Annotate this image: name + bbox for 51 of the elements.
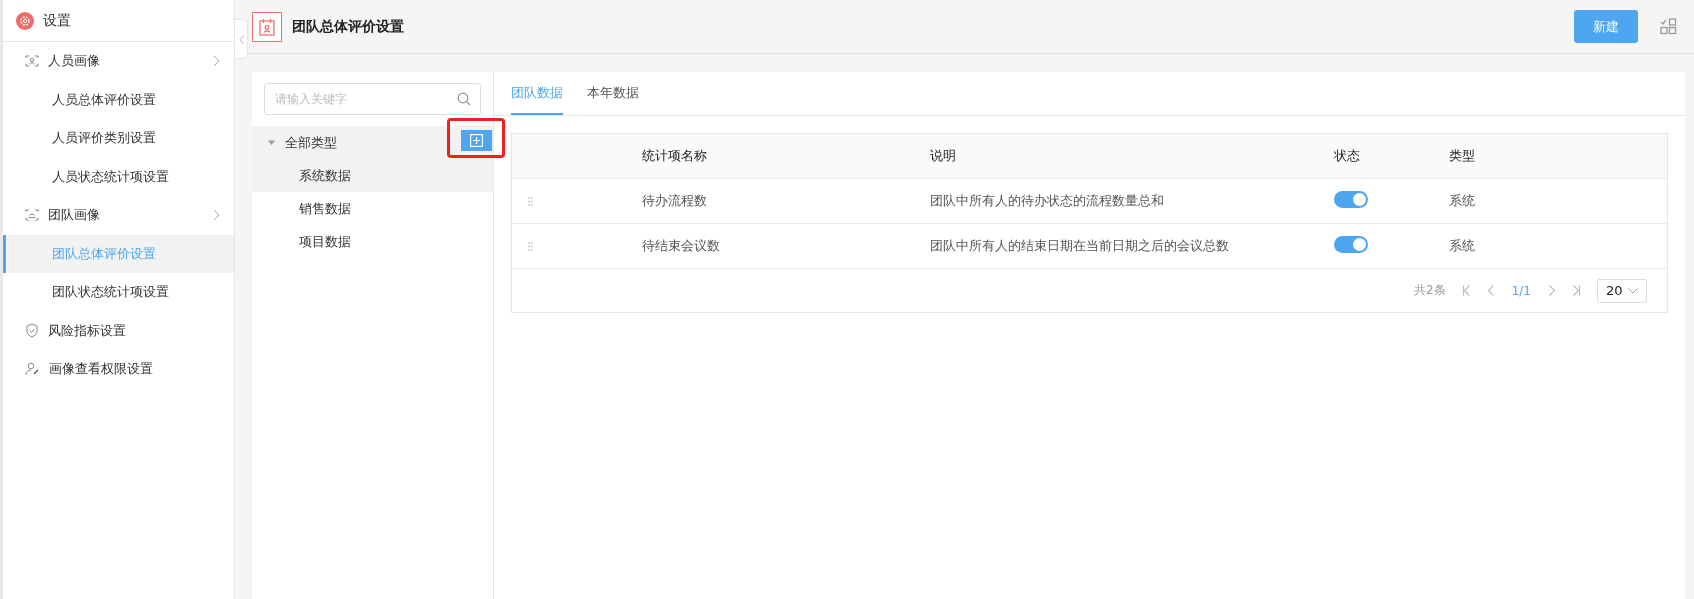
- add-button[interactable]: [461, 130, 492, 151]
- app-title: 设置: [43, 11, 71, 30]
- column-header: 说明: [930, 147, 957, 165]
- last-page-icon[interactable]: [1572, 285, 1581, 296]
- previous-page-icon[interactable]: [1486, 285, 1496, 296]
- menu-item[interactable]: 人员状态统计项设置: [3, 157, 234, 196]
- menu-item[interactable]: 画像查看权限设置: [3, 350, 234, 389]
- search-icon: [457, 92, 471, 106]
- person-frame-icon: [25, 55, 39, 68]
- table-cell-text: 团队中所有人的结束日期在当前日期之后的会议总数: [930, 237, 1230, 255]
- page-indicator: 1/1: [1511, 283, 1531, 298]
- tree-node[interactable]: 全部类型: [252, 126, 493, 159]
- settings-icon: [16, 11, 34, 30]
- next-page-icon[interactable]: [1547, 285, 1556, 296]
- layout-icon[interactable]: [1660, 18, 1677, 35]
- team-frame-icon: [25, 209, 39, 222]
- tree-node[interactable]: 项目数据: [252, 225, 493, 258]
- page-title: 团队总体评价设置: [292, 17, 405, 36]
- total-count: 共2条: [1414, 282, 1446, 299]
- person-key-icon: [25, 362, 40, 377]
- shield-icon: [25, 323, 39, 339]
- drag-handle-icon[interactable]: [528, 241, 533, 251]
- menu-item[interactable]: 风险指标设置: [3, 311, 234, 350]
- menu-item[interactable]: 团队状态统计项设置: [3, 273, 234, 312]
- tree-node[interactable]: 销售数据: [252, 192, 493, 225]
- column-header: 状态: [1334, 147, 1361, 165]
- column-header: 统计项名称: [642, 147, 708, 165]
- calendar-person-icon: [259, 17, 275, 36]
- page-size-select[interactable]: 20: [1597, 278, 1647, 303]
- plus-box-icon: [470, 134, 483, 147]
- menu-group[interactable]: 人员画像: [3, 42, 234, 81]
- tab[interactable]: 本年数据: [587, 72, 639, 115]
- first-page-icon[interactable]: [1461, 285, 1471, 296]
- table-cell-text: 团队中所有人的待办状态的流程数量总和: [930, 192, 1165, 210]
- table-cell-text: 系统: [1449, 192, 1476, 210]
- drag-handle-icon[interactable]: [528, 196, 533, 206]
- table-cell-text: 待结束会议数: [642, 237, 721, 255]
- chevron-down-icon: [1628, 287, 1638, 294]
- toggle-switch[interactable]: [1334, 236, 1368, 253]
- caret-down-icon: [268, 139, 275, 146]
- search-field[interactable]: 请输入关键字: [264, 83, 481, 115]
- column-header: 类型: [1449, 147, 1476, 165]
- menu-item[interactable]: 人员评价类别设置: [3, 119, 234, 158]
- tree-node[interactable]: 系统数据: [252, 159, 493, 192]
- toggle-switch[interactable]: [1334, 191, 1368, 208]
- menu-item[interactable]: 人员总体评价设置: [3, 80, 234, 119]
- table-cell-text: 待办流程数: [642, 192, 708, 210]
- chevron-left-icon: [238, 34, 244, 44]
- menu-group[interactable]: 团队画像: [3, 196, 234, 235]
- table-cell-text: 系统: [1449, 237, 1476, 255]
- collapse-button[interactable]: [235, 19, 248, 59]
